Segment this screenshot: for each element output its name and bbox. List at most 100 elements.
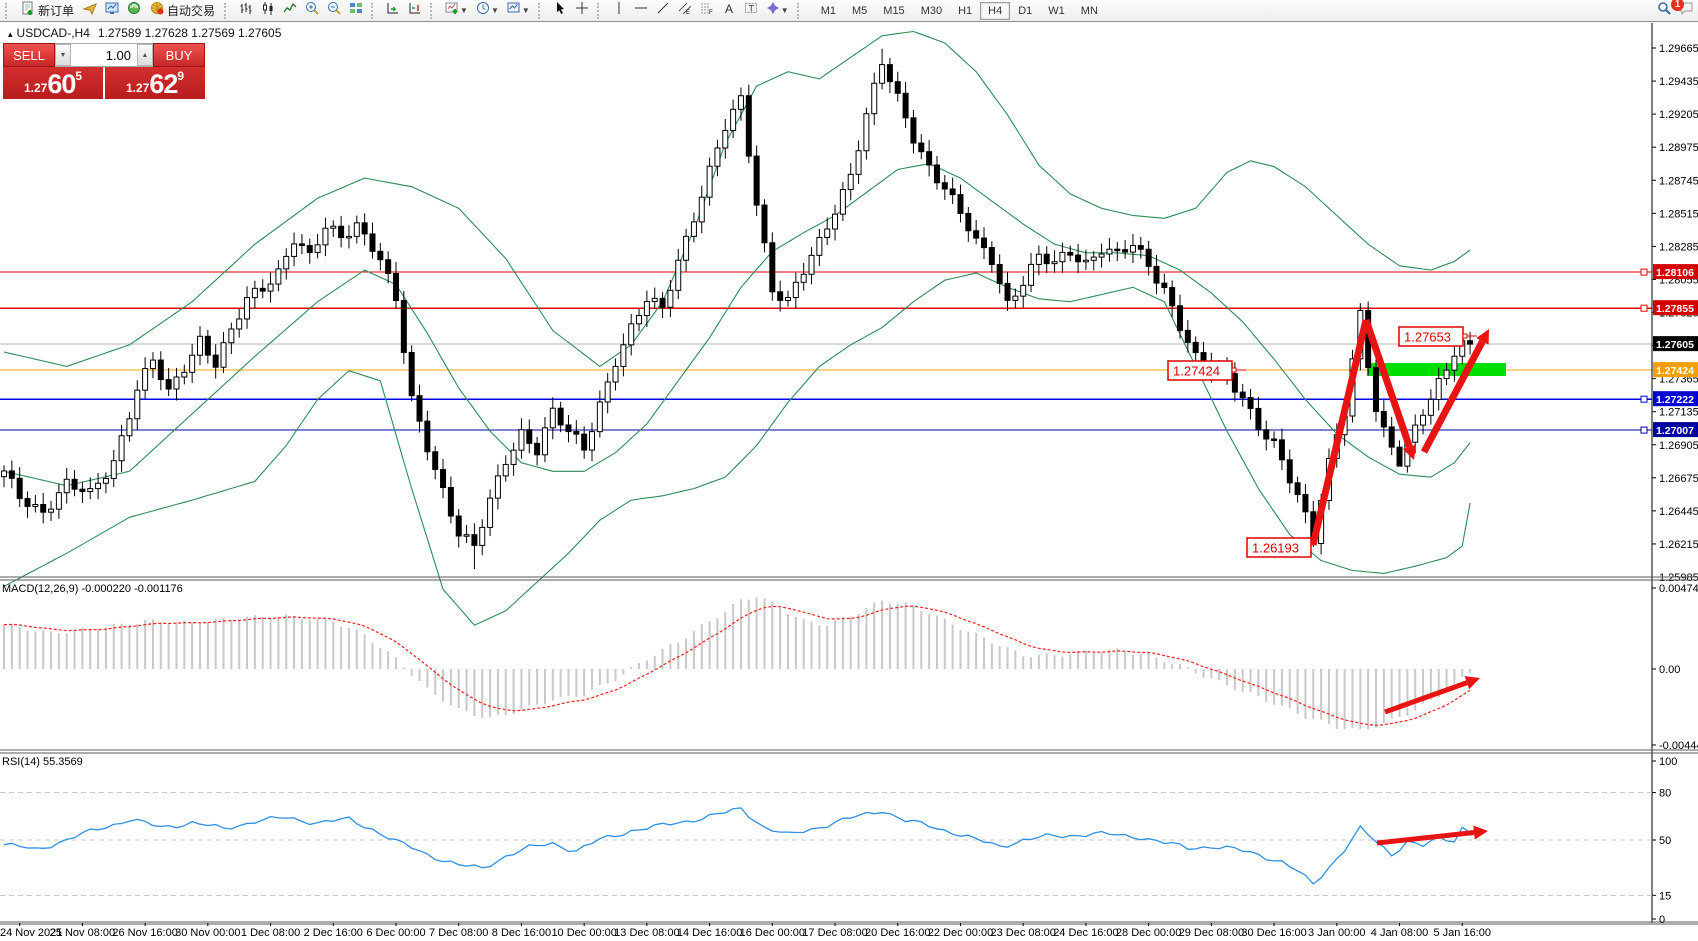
zoom-in-icon [305, 1, 319, 20]
time-tick-label: 16 Dec 00:00 [740, 927, 805, 939]
time-tick-label: 6 Dec 00:00 [366, 927, 425, 939]
timeframe-button-w1[interactable]: W1 [1040, 2, 1073, 20]
chevron-down-icon: ▼ [491, 6, 499, 15]
svg-text:0.004742: 0.004742 [1659, 583, 1698, 595]
text-label-icon: T [744, 1, 758, 20]
line-chart-icon[interactable] [280, 1, 300, 20]
zoom-in-icon[interactable] [302, 1, 322, 20]
arrows-icon[interactable]: ▼ [763, 1, 792, 20]
buy-price-pip: 9 [177, 69, 184, 83]
time-tick-label: 7 Dec 08:00 [429, 927, 488, 939]
time-tick-label: 24 Dec 16:00 [1053, 927, 1118, 939]
candlestick-chart-icon[interactable] [258, 1, 278, 20]
timeframe-button-m1[interactable]: M1 [813, 2, 844, 20]
indicators-icon [445, 1, 459, 20]
trendline-icon [656, 1, 670, 20]
crosshair-icon[interactable] [572, 1, 592, 20]
volume-decrease-button[interactable]: ▼ [55, 44, 71, 66]
time-tick-label: 22 Dec 00:00 [928, 927, 993, 939]
chart-shift-icon[interactable] [405, 1, 425, 20]
signal-icon [127, 1, 141, 20]
tile-windows-icon[interactable] [346, 1, 366, 20]
buy-button[interactable]: BUY [153, 43, 205, 67]
svg-text:T: T [748, 4, 754, 14]
price-tick-label: 1.26905 [1659, 440, 1698, 452]
chart-marker-icon: ▴ [8, 29, 13, 39]
indicators-icon[interactable]: ▼ [442, 1, 471, 20]
svg-text:A: A [725, 2, 733, 15]
price-tick-label: 1.29665 [1659, 43, 1698, 55]
periods-icon[interactable]: ▼ [473, 1, 502, 20]
svg-text:1.27855: 1.27855 [1656, 303, 1694, 315]
time-tick-label: 2 Dec 16:00 [304, 927, 363, 939]
chat-icon[interactable]: 1 [1676, 1, 1696, 20]
time-tick-label: 17 Dec 08:00 [802, 927, 867, 939]
price-tick-label: 1.26215 [1659, 539, 1698, 551]
auto-scroll-icon [386, 1, 400, 20]
horizontal-line-icon[interactable] [631, 1, 651, 20]
rsi-label: RSI(14) 55.3569 [2, 756, 83, 768]
timeframe-button-m5[interactable]: M5 [844, 2, 875, 20]
sell-button[interactable]: SELL [3, 43, 55, 67]
bar-chart-icon[interactable] [236, 1, 256, 20]
trendline-icon[interactable] [653, 1, 673, 20]
price-tick-label: 1.27135 [1659, 407, 1698, 419]
auto-trading-button[interactable]: 自动交易 [146, 1, 219, 20]
volume-increase-button[interactable]: ▲ [137, 44, 153, 66]
timeframe-button-d1[interactable]: D1 [1010, 2, 1040, 20]
price-tick-label: 1.28515 [1659, 208, 1698, 220]
signal-icon[interactable] [124, 1, 144, 20]
sell-price-display[interactable]: 1.27 60 5 [3, 67, 103, 99]
time-tick-label: 14 Dec 16:00 [677, 927, 742, 939]
fibonacci-icon: F [700, 1, 714, 20]
chevron-down-icon: ▼ [460, 6, 468, 15]
annotation-price-box[interactable]: 1.26193 [1247, 538, 1311, 557]
timeframe-button-mn[interactable]: MN [1073, 2, 1106, 20]
price-tick-label: 1.29435 [1659, 76, 1698, 88]
templates-icon[interactable]: ▼ [504, 1, 533, 20]
buy-price-display[interactable]: 1.27 62 9 [105, 67, 205, 99]
vertical-line-icon[interactable] [609, 1, 629, 20]
search-icon [1657, 1, 1671, 20]
toolbar-grip [430, 3, 437, 19]
time-tick-label: 29 Dec 08:00 [1179, 927, 1244, 939]
zoom-out-icon[interactable] [324, 1, 344, 20]
mt4-terminal-window: { "toolbar": { "new_order_label": "新订单",… [0, 0, 1698, 941]
svg-text:F: F [709, 10, 713, 15]
svg-text:E: E [686, 10, 690, 15]
fibonacci-icon[interactable]: F [697, 1, 717, 20]
market-watch-icon [105, 1, 119, 20]
timeframe-button-h1[interactable]: H1 [950, 2, 980, 20]
chart-symbol-period: USDCAD-,H4 [17, 26, 90, 40]
text-icon: A [722, 1, 736, 20]
buy-price-main: 62 [149, 71, 177, 98]
price-tick-label: 1.29205 [1659, 109, 1698, 121]
tile-windows-icon [349, 1, 363, 20]
timeframe-button-h4[interactable]: H4 [980, 2, 1010, 20]
time-tick-label: 13 Dec 08:00 [614, 927, 679, 939]
time-tick-label: 10 Dec 00:00 [551, 927, 616, 939]
timeframe-button-m30[interactable]: M30 [913, 2, 950, 20]
toolbar-button-label: 新订单 [38, 2, 74, 19]
send-icon[interactable] [80, 1, 100, 20]
vertical-line-icon [612, 1, 626, 20]
svg-text:15: 15 [1659, 890, 1671, 902]
toolbar-grip [371, 3, 378, 19]
equidistant-channel-icon[interactable]: E [675, 1, 695, 20]
market-watch-icon[interactable] [102, 1, 122, 20]
new-order-button[interactable]: 新订单 [17, 1, 78, 20]
text-icon[interactable]: A [719, 1, 739, 20]
svg-text:80: 80 [1659, 788, 1671, 800]
volume-input[interactable]: 1.00 [71, 48, 137, 63]
cursor-icon[interactable] [550, 1, 570, 20]
sell-price-prefix: 1.27 [24, 78, 47, 98]
timeframe-button-m15[interactable]: M15 [875, 2, 912, 20]
auto-scroll-icon[interactable] [383, 1, 403, 20]
toolbar-grip [597, 3, 604, 19]
svg-text:1.28106: 1.28106 [1656, 267, 1694, 279]
horizontal-line-icon [634, 1, 648, 20]
svg-text:1.26193: 1.26193 [1252, 541, 1299, 556]
auto-trading-button [150, 1, 164, 20]
text-label-icon[interactable]: T [741, 1, 761, 20]
svg-text:1.27653: 1.27653 [1404, 330, 1451, 345]
